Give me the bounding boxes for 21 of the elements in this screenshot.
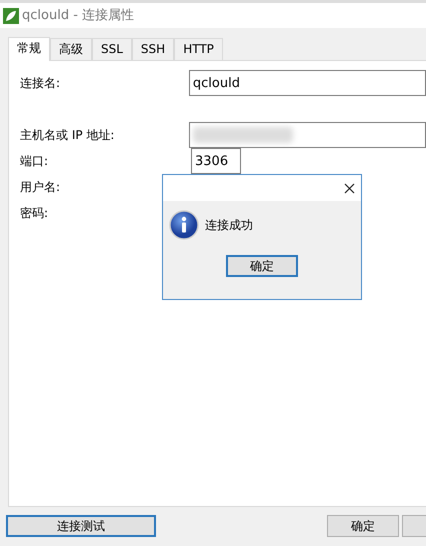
tab[interactable]: SSL	[92, 38, 132, 60]
tab[interactable]: 常规	[8, 37, 50, 61]
window-title: qclould - 连接属性	[22, 6, 134, 25]
close-icon[interactable]	[344, 182, 355, 194]
dialog-message: 连接成功	[205, 217, 253, 234]
field-label: 用户名:	[19, 179, 62, 196]
tab[interactable]: SSH	[132, 38, 174, 60]
field-label: 连接名:	[19, 75, 62, 92]
input-field[interactable]: qclould	[188, 70, 426, 96]
info-icon	[169, 210, 199, 240]
field-label: 密码:	[19, 205, 50, 222]
field-label: 主机名或 IP 地址:	[19, 127, 116, 144]
tab[interactable]: HTTP	[174, 38, 223, 60]
tab[interactable]: 高级	[50, 38, 92, 60]
input-field[interactable]	[188, 122, 426, 148]
ok-button[interactable]: 确定	[327, 515, 399, 537]
input-field[interactable]: 3306	[191, 148, 241, 174]
ok-button[interactable]: 确定	[226, 255, 298, 277]
field-label: 端口:	[19, 153, 50, 170]
connection-test-button[interactable]: 连接测试	[6, 515, 156, 537]
app-logo-icon	[3, 8, 19, 24]
